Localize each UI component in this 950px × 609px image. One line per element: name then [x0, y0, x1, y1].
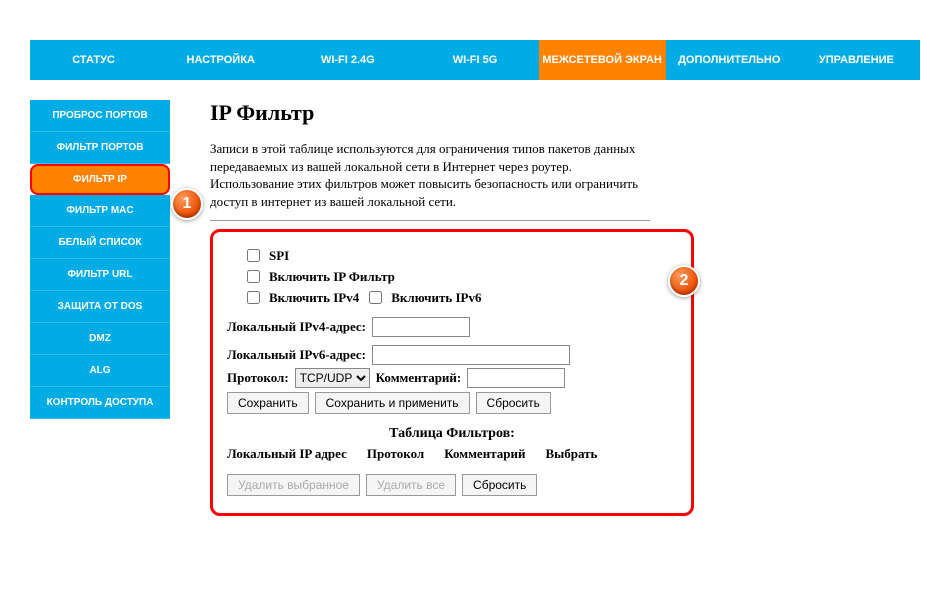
delete-selected-button[interactable]: Удалить выбранное: [227, 474, 360, 496]
tab-status[interactable]: СТАТУС: [30, 40, 157, 80]
tab-wifi-24g[interactable]: WI-FI 2.4G: [284, 40, 411, 80]
local-ipv6-label: Локальный IPv6-адрес:: [227, 347, 366, 363]
sidebar-item-ip-filter[interactable]: ФИЛЬТР IP: [30, 164, 170, 195]
annotation-badge-2: 2: [668, 265, 700, 297]
enable-ip-filter-checkbox[interactable]: [247, 270, 260, 283]
tab-management[interactable]: УПРАВЛЕНИЕ: [793, 40, 920, 80]
protocol-select[interactable]: TCP/UDP: [295, 368, 370, 388]
tab-wifi-5g[interactable]: WI-FI 5G: [411, 40, 538, 80]
comment-label: Комментарий:: [376, 370, 462, 386]
ip-filter-panel: SPI Включить IP Фильтр Включить IPv4 Вкл…: [210, 229, 694, 516]
page-title: IP Фильтр: [210, 100, 900, 126]
tab-firewall[interactable]: МЕЖСЕТЕВОЙ ЭКРАН: [539, 40, 666, 80]
tab-advanced[interactable]: ДОПОЛНИТЕЛЬНО: [666, 40, 793, 80]
save-apply-button[interactable]: Сохранить и применить: [315, 392, 470, 414]
enable-ipv6-label: Включить IPv6: [391, 290, 481, 306]
sidebar-item-alg[interactable]: ALG: [30, 355, 170, 387]
th-local-ip: Локальный IP адрес: [227, 446, 347, 462]
th-select: Выбрать: [545, 446, 597, 462]
enable-ipv6-checkbox[interactable]: [369, 291, 382, 304]
comment-input[interactable]: [467, 368, 565, 388]
delete-all-button[interactable]: Удалить все: [366, 474, 456, 496]
protocol-label: Протокол:: [227, 370, 289, 386]
sidebar-item-port-forward[interactable]: ПРОБРОС ПОРТОВ: [30, 100, 170, 132]
sidebar-item-whitelist[interactable]: БЕЛЫЙ СПИСОК: [30, 227, 170, 259]
save-button[interactable]: Сохранить: [227, 392, 309, 414]
sidebar-item-dos-protect[interactable]: ЗАЩИТА ОТ DOS: [30, 291, 170, 323]
local-ipv4-input[interactable]: [372, 317, 470, 337]
enable-ipv4-label: Включить IPv4: [269, 290, 359, 306]
annotation-badge-1: 1: [171, 188, 203, 220]
enable-ip-filter-label: Включить IP Фильтр: [269, 269, 395, 285]
tab-setup[interactable]: НАСТРОЙКА: [157, 40, 284, 80]
local-ipv4-label: Локальный IPv4-адрес:: [227, 319, 366, 335]
sidebar-item-mac-filter[interactable]: ФИЛЬТР MAC: [30, 195, 170, 227]
top-nav: СТАТУС НАСТРОЙКА WI-FI 2.4G WI-FI 5G МЕЖ…: [30, 40, 920, 80]
reset-button[interactable]: Сбросить: [476, 392, 551, 414]
filter-table-title: Таблица Фильтров:: [227, 426, 677, 442]
local-ipv6-input[interactable]: [372, 345, 570, 365]
sidebar-item-dmz[interactable]: DMZ: [30, 323, 170, 355]
filter-table-headers: Локальный IP адрес Протокол Комментарий …: [227, 446, 677, 462]
page-description: Записи в этой таблице используются для о…: [210, 140, 650, 221]
table-reset-button[interactable]: Сбросить: [462, 474, 537, 496]
spi-label: SPI: [269, 248, 289, 264]
sidebar-item-access-control[interactable]: КОНТРОЛЬ ДОСТУПА: [30, 387, 170, 419]
spi-checkbox[interactable]: [247, 249, 260, 262]
sidebar: ПРОБРОС ПОРТОВ ФИЛЬТР ПОРТОВ ФИЛЬТР IP Ф…: [30, 100, 170, 516]
enable-ipv4-checkbox[interactable]: [247, 291, 260, 304]
th-comment: Комментарий: [444, 446, 525, 462]
sidebar-item-url-filter[interactable]: ФИЛЬТР URL: [30, 259, 170, 291]
th-protocol: Протокол: [367, 446, 424, 462]
sidebar-item-port-filter[interactable]: ФИЛЬТР ПОРТОВ: [30, 132, 170, 164]
